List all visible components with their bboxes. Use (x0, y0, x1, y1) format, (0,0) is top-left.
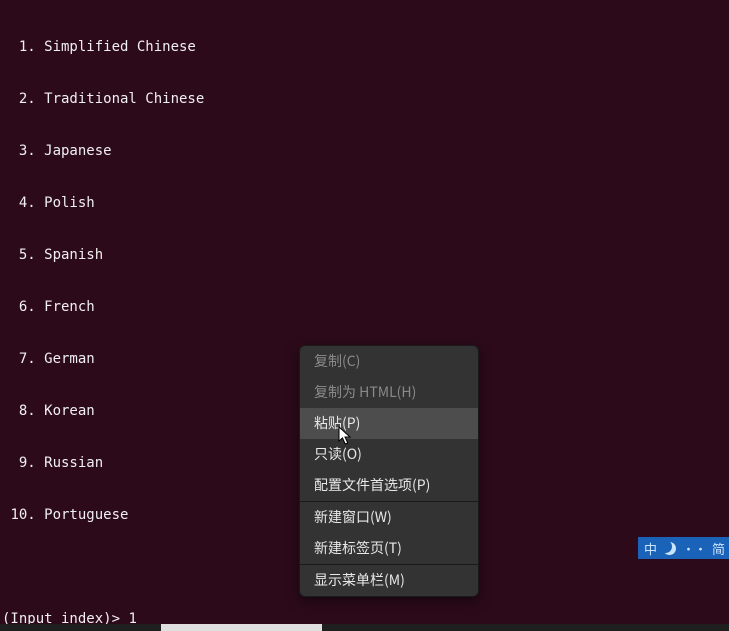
lang-item: 2. Traditional Chinese (2, 86, 727, 112)
lang-item: 4. Polish (2, 190, 727, 216)
menu-readonly[interactable]: 只读(O) (300, 439, 478, 470)
lang-item: 3. Japanese (2, 138, 727, 164)
menu-new-tab[interactable]: 新建标签页(T) (300, 533, 478, 564)
dots-icon (682, 539, 706, 558)
menu-new-window[interactable]: 新建窗口(W) (300, 502, 478, 533)
tab-bar-rest (322, 624, 729, 631)
menu-copy[interactable]: 复制(C) (300, 346, 478, 377)
ime-mode: 简 (712, 539, 725, 558)
menu-profile-prefs[interactable]: 配置文件首选项(P) (300, 470, 478, 501)
lang-item: 6. French (2, 294, 727, 320)
moon-icon (663, 542, 676, 555)
lang-item: 1. Simplified Chinese (2, 34, 727, 60)
lang-item: 5. Spanish (2, 242, 727, 268)
tab-inactive[interactable] (0, 624, 161, 631)
ime-indicator[interactable]: 中 简 (638, 537, 729, 559)
menu-copy-html[interactable]: 复制为 HTML(H) (300, 377, 478, 408)
tab-bar (0, 624, 729, 631)
menu-show-menubar[interactable]: 显示菜单栏(M) (300, 565, 478, 596)
ime-lang: 中 (644, 539, 657, 558)
tab-active[interactable] (161, 624, 322, 631)
menu-paste[interactable]: 粘贴(P) (300, 408, 478, 439)
context-menu[interactable]: 复制(C) 复制为 HTML(H) 粘贴(P) 只读(O) 配置文件首选项(P)… (299, 345, 479, 597)
